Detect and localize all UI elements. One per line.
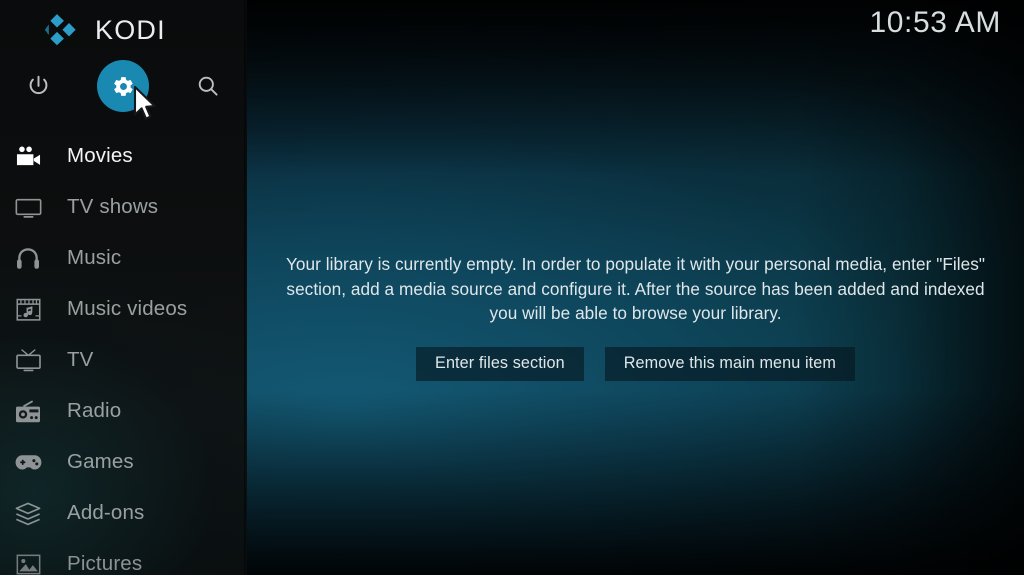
gamepad-icon bbox=[11, 448, 45, 478]
app-logo: KODI bbox=[44, 11, 166, 49]
empty-library-message: Your library is currently empty. In orde… bbox=[285, 254, 986, 323]
toolbar bbox=[0, 60, 247, 112]
sidebar-item-radio[interactable]: Radio bbox=[0, 386, 247, 437]
television-icon bbox=[11, 193, 45, 223]
kodi-logo-icon bbox=[44, 13, 82, 47]
picture-icon bbox=[11, 550, 45, 575]
sidebar-item-movies[interactable]: Movies bbox=[0, 131, 247, 182]
crt-tv-icon bbox=[11, 346, 45, 376]
settings-button[interactable] bbox=[97, 60, 149, 112]
sidebar-item-label: TV shows bbox=[67, 195, 159, 219]
remove-main-menu-item-button[interactable]: Remove this main menu item bbox=[604, 346, 855, 381]
headphones-icon bbox=[11, 244, 45, 274]
power-button[interactable] bbox=[12, 60, 64, 112]
main-menu: Movies TV shows Music Music videos TV Ra… bbox=[0, 131, 247, 575]
sidebar-item-label: Music videos bbox=[67, 297, 188, 321]
sidebar-item-add-ons[interactable]: Add-ons bbox=[0, 488, 247, 539]
search-icon bbox=[196, 74, 220, 98]
sidebar-item-label: Radio bbox=[67, 399, 122, 423]
empty-library-panel: Your library is currently empty. In orde… bbox=[247, 252, 1024, 381]
search-button[interactable] bbox=[182, 60, 234, 112]
sidebar-item-tv-shows[interactable]: TV shows bbox=[0, 182, 247, 233]
sidebar-item-label: Games bbox=[67, 450, 134, 474]
film-music-icon bbox=[11, 295, 45, 325]
sidebar-item-label: Movies bbox=[67, 144, 133, 168]
sidebar-item-music[interactable]: Music bbox=[0, 233, 247, 284]
main-content: Your library is currently empty. In orde… bbox=[247, 0, 1024, 575]
sidebar-item-music-videos[interactable]: Music videos bbox=[0, 284, 247, 335]
sidebar-item-label: Add-ons bbox=[67, 501, 145, 525]
sidebar-item-label: Pictures bbox=[67, 552, 143, 575]
radio-icon bbox=[11, 397, 45, 427]
sidebar-item-games[interactable]: Games bbox=[0, 437, 247, 488]
enter-files-section-button[interactable]: Enter files section bbox=[416, 346, 584, 381]
app-name: KODI bbox=[95, 14, 166, 45]
kodi-app-window: 10:53 AM Your library is currently empty… bbox=[0, 0, 1024, 575]
addon-box-icon bbox=[11, 499, 45, 529]
sidebar: KODI Movies TV shows Music Music videos … bbox=[0, 0, 247, 575]
sidebar-item-pictures[interactable]: Pictures bbox=[0, 539, 247, 575]
sidebar-item-tv[interactable]: TV bbox=[0, 335, 247, 386]
sidebar-item-label: Music bbox=[67, 246, 122, 270]
movie-camera-icon bbox=[11, 142, 45, 172]
empty-library-actions: Enter files section Remove this main men… bbox=[247, 346, 1024, 381]
power-icon bbox=[26, 74, 51, 99]
clock: 10:53 AM bbox=[869, 6, 1001, 39]
sidebar-item-label: TV bbox=[67, 348, 94, 372]
gear-icon bbox=[112, 75, 135, 98]
